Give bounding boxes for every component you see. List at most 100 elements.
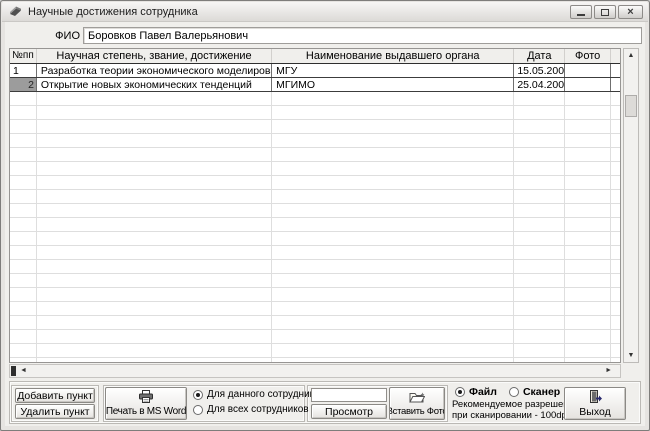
- table-cell: [514, 302, 565, 315]
- photo-preview-field[interactable]: [311, 388, 387, 402]
- table-cell: [37, 274, 272, 287]
- table-cell[interactable]: [565, 64, 611, 77]
- table-empty-row: [10, 190, 620, 204]
- table-cell[interactable]: [611, 64, 620, 77]
- table-body: 1Разработка теории экономического модели…: [10, 64, 620, 362]
- table-cell: [37, 288, 272, 301]
- titlebar[interactable]: Научные достижения сотрудника ×: [2, 2, 648, 22]
- open-folder-icon: [409, 391, 425, 406]
- table-cell[interactable]: Открытие новых экономических тенденций: [37, 78, 272, 91]
- vertical-scroll-thumb[interactable]: [625, 95, 637, 117]
- table-cell: [272, 176, 514, 189]
- exit-label: Выход: [579, 406, 610, 418]
- table-empty-row: [10, 288, 620, 302]
- preview-button[interactable]: Просмотр: [311, 404, 387, 419]
- table-empty-row: [10, 204, 620, 218]
- table-cell: [565, 162, 611, 175]
- table-cell: [37, 162, 272, 175]
- table-cell: [514, 358, 565, 362]
- table-cell: [10, 260, 37, 273]
- column-header[interactable]: Наименование выдавшего органа: [272, 49, 514, 63]
- table-cell: [272, 190, 514, 203]
- horizontal-scrollbar[interactable]: ◄ ►: [9, 364, 621, 378]
- close-button[interactable]: ×: [618, 5, 643, 19]
- print_scope-option[interactable]: Для данного сотрудника: [193, 389, 320, 400]
- table-cell: [565, 148, 611, 161]
- table-cell: [565, 218, 611, 231]
- scroll-up-icon[interactable]: ▲: [624, 49, 638, 62]
- table-cell: [10, 288, 37, 301]
- table-cell: [514, 106, 565, 119]
- table-cell: [37, 92, 272, 105]
- table-cell: [10, 92, 37, 105]
- table-cell: [10, 330, 37, 343]
- column-header[interactable]: №пп: [10, 49, 37, 63]
- table-empty-row: [10, 302, 620, 316]
- horizontal-scroll-thumb[interactable]: [11, 366, 16, 376]
- radio-label: Для данного сотрудника: [207, 389, 320, 400]
- table-cell: [565, 302, 611, 315]
- table-cell: [37, 190, 272, 203]
- table-cell: [611, 316, 620, 329]
- table-empty-row: [10, 176, 620, 190]
- table-row[interactable]: 1Разработка теории экономического модели…: [10, 64, 620, 78]
- table-cell: [611, 260, 620, 273]
- delete-item-button[interactable]: Удалить пункт: [15, 404, 95, 419]
- print-word-button[interactable]: Печать в MS Word: [105, 387, 187, 420]
- minimize-icon: [577, 14, 585, 16]
- column-header[interactable]: Дата: [514, 49, 565, 63]
- table-cell[interactable]: 25.04.2001: [514, 78, 565, 91]
- table-cell: [10, 190, 37, 203]
- radio-label: Для всех сотрудников: [207, 404, 309, 415]
- table-cell: [514, 246, 565, 259]
- table-cell[interactable]: 1: [10, 64, 37, 77]
- table-cell: [272, 344, 514, 357]
- table-cell: [10, 274, 37, 287]
- maximize-button[interactable]: [594, 5, 616, 19]
- radio-icon: [455, 387, 465, 397]
- table-cell: [514, 190, 565, 203]
- table-cell: [37, 204, 272, 217]
- scroll-down-icon[interactable]: ▼: [624, 349, 638, 362]
- print_scope-option[interactable]: Для всех сотрудников: [193, 404, 320, 415]
- photo_source-option[interactable]: Сканер: [509, 386, 560, 398]
- exit-button[interactable]: Выход: [564, 387, 626, 420]
- table-cell[interactable]: МГИМО: [272, 78, 514, 91]
- column-header[interactable]: Научная степень, звание, достижение: [37, 49, 272, 63]
- fio-label: ФИО: [35, 30, 80, 42]
- table-cell[interactable]: 15.05.2000: [514, 64, 565, 77]
- app-icon: [8, 5, 23, 18]
- scroll-right-icon[interactable]: ►: [605, 365, 612, 377]
- table-cell: [611, 134, 620, 147]
- add-item-button[interactable]: Добавить пункт: [15, 388, 95, 403]
- table-empty-row: [10, 162, 620, 176]
- table-cell[interactable]: 2: [10, 78, 37, 91]
- column-header[interactable]: Фото: [565, 49, 611, 63]
- table-cell: [10, 316, 37, 329]
- table-empty-row: [10, 92, 620, 106]
- minimize-button[interactable]: [570, 5, 592, 19]
- table-cell: [514, 204, 565, 217]
- table-cell[interactable]: МГУ: [272, 64, 514, 77]
- fio-input[interactable]: Боровков Павел Валерьянович: [83, 27, 642, 44]
- table-header: №ппНаучная степень, звание, достижениеНа…: [10, 49, 620, 64]
- insert-photo-button[interactable]: Вставить Фото: [389, 387, 445, 420]
- table-cell: [272, 288, 514, 301]
- column-header[interactable]: [611, 49, 620, 63]
- table-cell: [565, 274, 611, 287]
- scroll-left-icon[interactable]: ◄: [20, 365, 27, 377]
- photo_source-option[interactable]: Файл: [455, 386, 497, 398]
- table-cell: [565, 134, 611, 147]
- table-cell: [37, 218, 272, 231]
- vertical-scrollbar[interactable]: ▲ ▼: [623, 48, 639, 363]
- table-empty-row: [10, 358, 620, 362]
- table-cell[interactable]: [611, 78, 620, 91]
- table-row[interactable]: 2Открытие новых экономических тенденцийМ…: [10, 78, 620, 92]
- table-cell[interactable]: Разработка теории экономического моделир…: [37, 64, 272, 77]
- table-cell: [611, 106, 620, 119]
- table-cell[interactable]: [565, 78, 611, 91]
- table-cell: [272, 134, 514, 147]
- radio-icon: [193, 390, 203, 400]
- table-cell: [37, 176, 272, 189]
- table-cell: [565, 190, 611, 203]
